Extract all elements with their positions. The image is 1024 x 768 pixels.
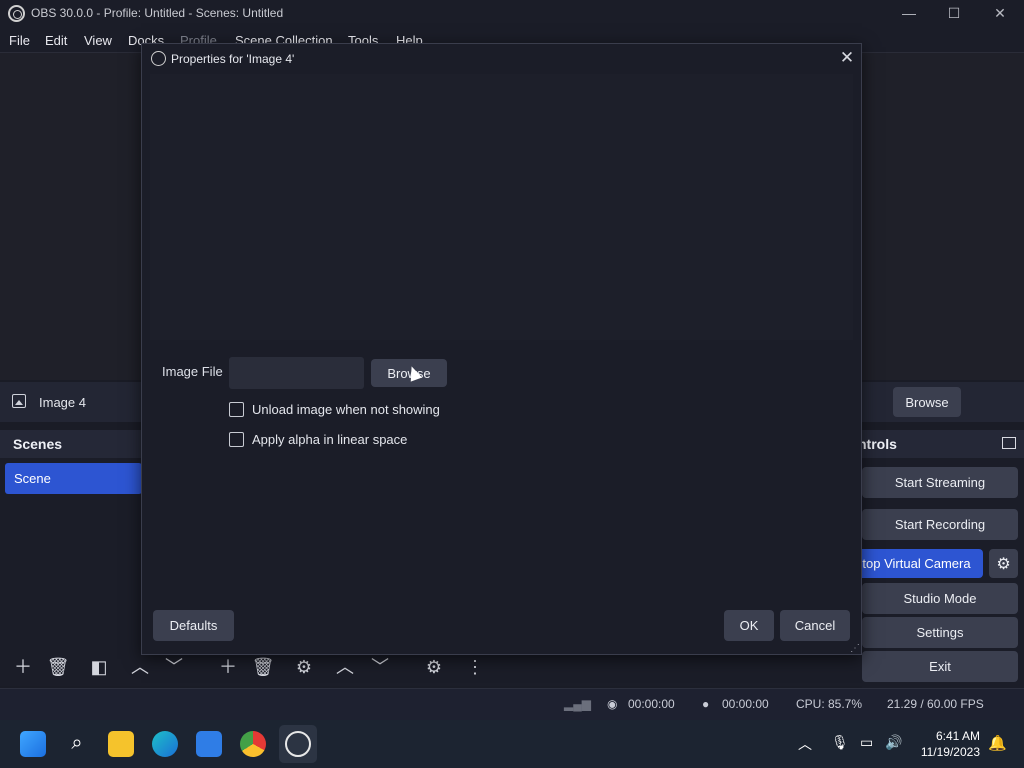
unload-image-checkbox[interactable] [229, 402, 244, 417]
image-file-input[interactable] [229, 357, 364, 389]
advanced-audio-icon[interactable]: ⚙ [421, 656, 447, 678]
stream-time: 00:00:00 [628, 697, 675, 711]
clock-time[interactable]: 6:41 AM [936, 729, 980, 743]
fps-readout: 21.29 / 60.00 FPS [887, 697, 984, 711]
dialog-title-bar: Properties for 'Image 4' [142, 44, 861, 72]
window-title: OBS 30.0.0 - Profile: Untitled - Scenes:… [31, 6, 284, 20]
cancel-button[interactable]: Cancel [780, 610, 850, 641]
image-icon [12, 394, 26, 408]
settings-button[interactable]: Settings [862, 617, 1018, 648]
start-streaming-button[interactable]: Start Streaming [862, 467, 1018, 498]
store-icon[interactable] [196, 731, 222, 757]
ok-button[interactable]: OK [724, 610, 774, 641]
exit-button[interactable]: Exit [862, 651, 1018, 682]
move-source-down-icon[interactable]: ﹀ [367, 656, 393, 678]
network-icon[interactable]: ▭ [860, 734, 873, 751]
virtual-camera-button[interactable]: top Virtual Camera [850, 549, 983, 578]
stream-icon: ◉ [607, 697, 618, 711]
scene-item-label: Scene [14, 471, 51, 486]
notification-bell-icon[interactable]: 🔔 [988, 734, 1007, 752]
scenes-header: Scenes [0, 430, 142, 458]
apply-alpha-checkbox[interactable] [229, 432, 244, 447]
source-properties-icon[interactable]: ⚙ [291, 656, 317, 678]
undock-icon[interactable] [1002, 437, 1016, 449]
maximize-icon[interactable]: ☐ [931, 0, 977, 28]
add-source-icon[interactable]: ＋ [215, 656, 241, 678]
menu-file[interactable]: File [9, 33, 30, 48]
source-name: Image 4 [39, 395, 86, 410]
cpu-usage: CPU: 85.7% [796, 697, 863, 711]
image-file-label: Image File [162, 364, 223, 379]
controls-title: ntrols [858, 436, 897, 452]
record-time: 00:00:00 [722, 697, 769, 711]
menu-view[interactable]: View [84, 33, 112, 48]
remove-scene-icon[interactable]: 🗑 [45, 656, 71, 678]
close-icon[interactable]: ✕ [977, 0, 1023, 28]
minimize-icon[interactable]: — [886, 0, 932, 28]
move-scene-down-icon[interactable]: ﹀ [161, 656, 187, 678]
signal-icon: ▂▄▆ [564, 697, 591, 711]
chrome-icon[interactable] [240, 731, 266, 757]
start-icon[interactable] [20, 731, 46, 757]
volume-icon[interactable]: 🔊 [885, 734, 902, 751]
defaults-button[interactable]: Defaults [153, 610, 234, 641]
add-scene-icon[interactable]: ＋ [10, 656, 36, 678]
scenes-title: Scenes [13, 436, 63, 452]
dialog-close-icon[interactable]: ✕ [836, 48, 858, 68]
obs-logo-icon [8, 5, 25, 22]
file-explorer-icon[interactable] [108, 731, 134, 757]
dialog-preview [150, 74, 853, 340]
title-bar: OBS 30.0.0 - Profile: Untitled - Scenes:… [0, 0, 1024, 28]
record-icon: ● [702, 697, 710, 711]
status-bar [0, 688, 1024, 720]
clock-date[interactable]: 11/19/2023 [921, 745, 980, 759]
gear-icon: ⚙ [996, 555, 1011, 573]
menu-edit[interactable]: Edit [45, 33, 67, 48]
edge-icon[interactable] [152, 731, 178, 757]
scene-filters-icon[interactable]: ◧ [86, 656, 112, 678]
studio-mode-button[interactable]: Studio Mode [862, 583, 1018, 614]
search-icon[interactable]: ⌕ [64, 731, 90, 757]
resize-grip-icon[interactable]: ⋰ [850, 643, 860, 654]
virtual-camera-settings-button[interactable]: ⚙ [989, 549, 1018, 578]
move-source-up-icon[interactable]: ︿ [332, 656, 358, 678]
move-scene-up-icon[interactable]: ︿ [127, 656, 153, 678]
obs-icon [285, 731, 311, 757]
remove-source-icon[interactable]: 🗑 [250, 656, 276, 678]
source-browse-button[interactable]: Browse [893, 387, 961, 417]
start-recording-button[interactable]: Start Recording [862, 509, 1018, 540]
scene-list-item[interactable]: Scene [5, 463, 142, 494]
unload-image-label: Unload image when not showing [252, 402, 440, 417]
controls-header: ntrols [858, 430, 1024, 458]
dialog-title: Properties for 'Image 4' [171, 52, 295, 66]
tray-overflow-icon[interactable]: ︿ [798, 734, 812, 754]
obs-logo-icon [151, 51, 166, 66]
more-options-icon[interactable]: ⋮ [462, 656, 488, 678]
microphone-icon[interactable]: 🎙 [831, 734, 849, 751]
apply-alpha-label: Apply alpha in linear space [252, 432, 408, 447]
